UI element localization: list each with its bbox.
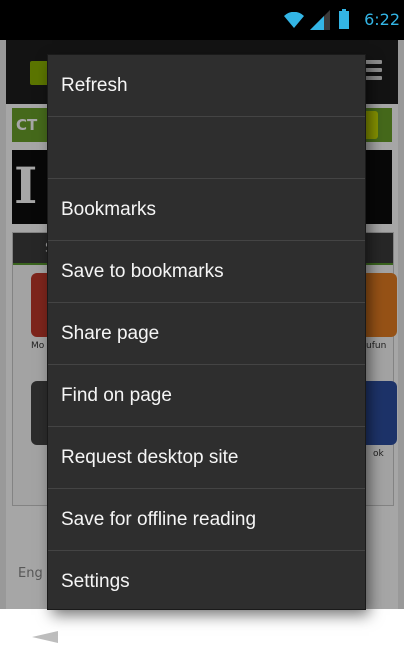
menu-item-find-on-page[interactable]: Find on page [48,365,365,426]
menu-item-label: Refresh [61,74,128,96]
menu-item-label: Save for offline reading [61,508,257,530]
status-bar: 6:22 [0,0,404,40]
menu-item-request-desktop-site[interactable]: Request desktop site [48,427,365,488]
menu-item-label: Save to bookmarks [61,260,224,282]
menu-item-label: Settings [61,570,130,592]
menu-item-refresh[interactable]: Refresh [48,55,365,116]
battery-icon [339,9,349,29]
menu-item-blank[interactable] [48,117,365,178]
menu-item-label: Share page [61,322,160,344]
menu-item-settings[interactable]: Settings [48,551,365,612]
wifi-icon [284,12,304,28]
menu-item-save-for-offline-reading[interactable]: Save for offline reading [48,489,365,550]
menu-item-label: Request desktop site [61,446,239,468]
menu-item-save-to-bookmarks[interactable]: Save to bookmarks [48,241,365,302]
menu-item-bookmarks[interactable]: Bookmarks [48,179,365,240]
menu-item-label: Bookmarks [61,198,157,220]
menu-item-label: Find on page [61,384,172,406]
signal-icon [310,10,330,30]
flag-icon [32,631,58,643]
menu-item-share-page[interactable]: Share page [48,303,365,364]
browser-overflow-menu: Refresh Bookmarks Save to bookmarks Shar… [48,55,365,609]
status-time: 6:22 [364,10,400,29]
